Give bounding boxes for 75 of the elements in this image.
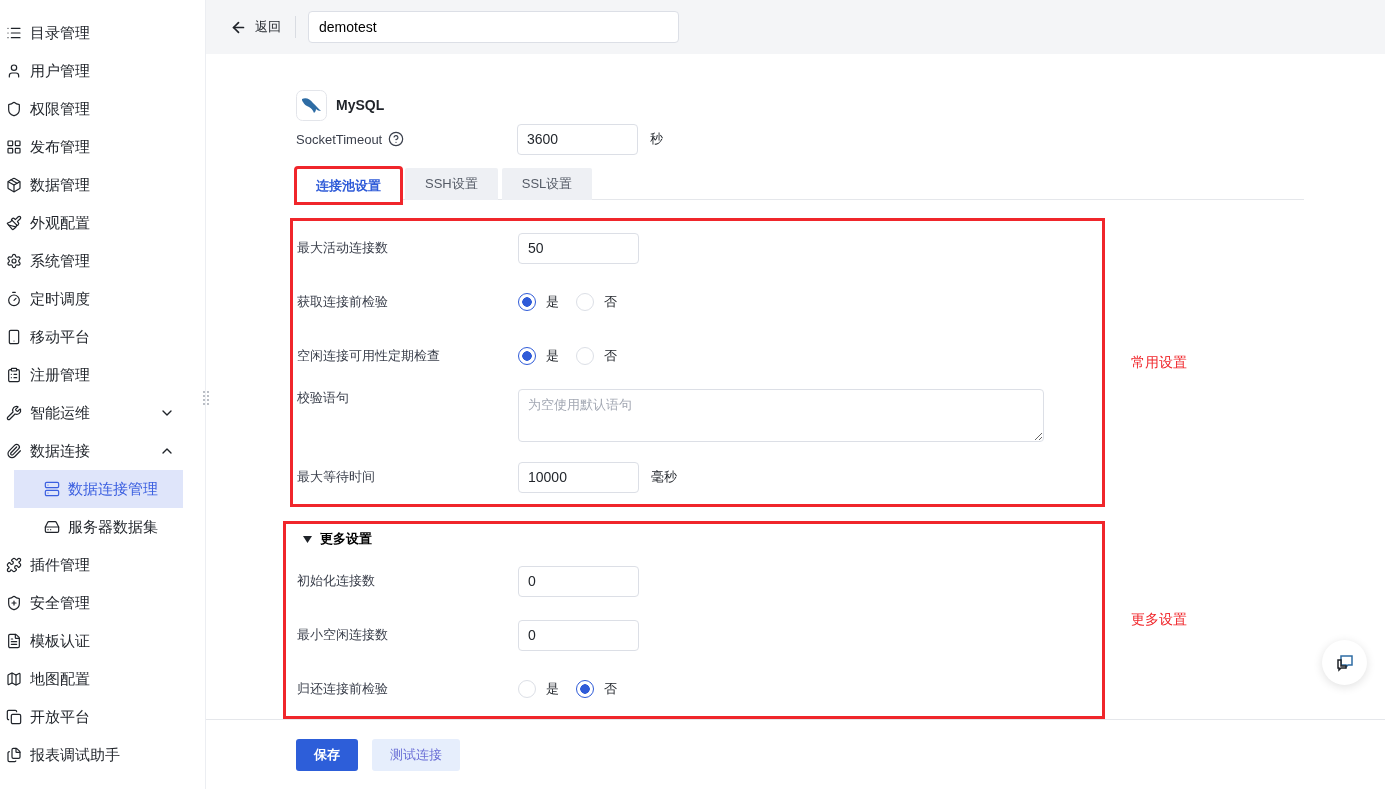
field-label: 最大等待时间	[297, 468, 375, 487]
collapse-toggle[interactable]: 更多设置	[297, 524, 1102, 555]
field-label: SocketTimeout	[296, 131, 383, 147]
sidebar-item[interactable]: 插件管理	[0, 546, 183, 584]
list-icon	[6, 25, 22, 41]
copy-icon	[6, 709, 22, 725]
sidebar-item[interactable]: 外观配置	[0, 204, 183, 242]
tab[interactable]: SSH设置	[405, 168, 498, 201]
sidebar-item[interactable]: 模板认证	[0, 622, 183, 660]
datasource-name: MySQL	[336, 97, 385, 114]
name-field[interactable]: demotest	[308, 11, 679, 44]
text-input[interactable]: 0	[518, 619, 639, 651]
help-icon[interactable]	[388, 131, 405, 148]
field-label: 归还连接前检验	[297, 680, 388, 699]
wrench-icon	[6, 405, 22, 421]
save-button[interactable]: 保存	[296, 738, 358, 771]
radio-option[interactable]: 是	[518, 680, 559, 699]
field-label: 最小空闲连接数	[297, 626, 388, 645]
sidebar-item[interactable]: 移动平台	[0, 318, 183, 356]
sidebar-item[interactable]: 报表调试助手	[0, 736, 183, 774]
paperclip-icon	[6, 443, 22, 459]
files-icon	[6, 747, 22, 763]
text-input[interactable]: 10000	[518, 461, 639, 493]
chat-bubble-icon	[1334, 652, 1355, 673]
field-label: 校验语句	[297, 389, 349, 408]
field-label: 初始化连接数	[297, 572, 375, 591]
tab[interactable]: SSL设置	[501, 168, 593, 201]
sidebar-item[interactable]: 目录管理	[0, 14, 183, 52]
settings-icon	[6, 253, 22, 269]
unit-label: 毫秒	[651, 468, 677, 487]
sidebar-item[interactable]: 用户管理	[0, 52, 183, 90]
text-input[interactable]: 0	[518, 565, 639, 597]
user-icon	[6, 63, 22, 79]
shield-plus-icon	[6, 595, 22, 611]
sidebar-item[interactable]: 数据连接	[0, 432, 183, 470]
sidebar-item[interactable]: 开放平台	[0, 698, 183, 736]
annotation-label: 更多设置	[1131, 611, 1187, 630]
puzzle-icon	[6, 557, 22, 573]
tab[interactable]: 连接池设置	[296, 168, 401, 204]
annotation-label: 常用设置	[1131, 353, 1187, 372]
sidebar-item[interactable]: 定时调度	[0, 280, 183, 318]
radio-option[interactable]: 否	[576, 293, 617, 312]
field-label: 空闲连接可用性定期检查	[297, 347, 440, 366]
map-icon	[6, 671, 22, 687]
sidebar-item[interactable]: 地图配置	[0, 660, 183, 698]
phone-icon	[6, 329, 22, 345]
sidebar-item[interactable]: 数据管理	[0, 166, 183, 204]
document-icon	[6, 633, 22, 649]
radio-option[interactable]: 否	[576, 347, 617, 366]
sidebar-subitem[interactable]: 服务器数据集	[14, 508, 183, 546]
field-label: 获取连接前检验	[297, 293, 388, 312]
help-chat-button[interactable]	[1322, 640, 1367, 685]
drag-handle-icon	[202, 390, 210, 406]
sidebar-item[interactable]: 智能运维	[0, 394, 183, 432]
back-button[interactable]: 返回	[230, 16, 296, 39]
test-button[interactable]: 测试连接	[372, 738, 460, 771]
text-input[interactable]: 50	[518, 232, 639, 264]
text-area[interactable]: 为空使用默认语句	[518, 389, 1044, 443]
sidebar-item[interactable]: 安全管理	[0, 584, 183, 622]
unit-label: 秒	[650, 130, 663, 149]
sidebar-item[interactable]: 系统管理	[0, 242, 183, 280]
radio-option[interactable]: 是	[518, 293, 559, 312]
text-input[interactable]: 3600	[517, 123, 638, 155]
field-label: 最大活动连接数	[297, 239, 388, 258]
layout-icon	[6, 139, 22, 155]
sidebar-subitem[interactable]: 数据连接管理	[14, 470, 183, 508]
register-icon	[6, 367, 22, 383]
radio-option[interactable]: 是	[518, 347, 559, 366]
shield-icon	[6, 101, 22, 117]
sidebar-item[interactable]: 权限管理	[0, 90, 183, 128]
radio-option[interactable]: 否	[576, 680, 617, 699]
sidebar-item[interactable]: 发布管理	[0, 128, 183, 166]
package-icon	[6, 177, 22, 193]
timer-icon	[6, 291, 22, 307]
sidebar-item[interactable]: 注册管理	[0, 356, 183, 394]
